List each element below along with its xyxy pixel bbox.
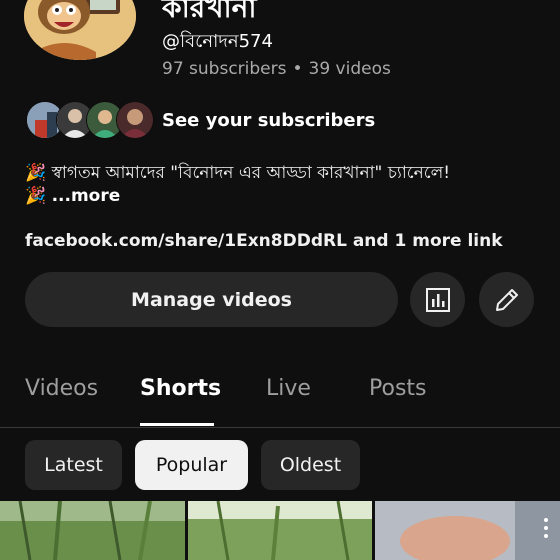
edit-channel-button[interactable] — [479, 272, 534, 327]
tab-videos[interactable]: Videos — [25, 376, 98, 401]
subscriber-count: 97 subscribers — [162, 59, 287, 79]
party-icon: 🎉 — [25, 186, 47, 206]
tab-posts[interactable]: Posts — [369, 376, 427, 401]
active-tab-indicator — [140, 423, 214, 426]
chip-popular[interactable]: Popular — [135, 440, 248, 490]
subscriber-avatars[interactable] — [26, 101, 154, 139]
short-thumbnail[interactable] — [188, 501, 372, 560]
analytics-icon — [425, 287, 450, 312]
description-more-line[interactable]: 🎉 ...more — [25, 186, 120, 206]
channel-avatar[interactable] — [24, 0, 136, 60]
channel-description: 🎉 স্বাগতম আমাদের "বিনোদন এর আড্ডা কারখান… — [25, 163, 451, 183]
chip-latest[interactable]: Latest — [25, 440, 122, 490]
more-link[interactable]: ...more — [52, 186, 121, 206]
tab-shorts[interactable]: Shorts — [140, 376, 221, 401]
short-thumbnail[interactable] — [0, 501, 185, 560]
channel-handle: @বিনোদন574 — [162, 31, 273, 52]
video-count: 39 videos — [308, 59, 391, 79]
manage-videos-button[interactable]: Manage videos — [25, 272, 398, 327]
channel-stats: 97 subscribers • 39 videos — [162, 59, 391, 79]
stats-separator: • — [292, 59, 303, 79]
chip-oldest[interactable]: Oldest — [261, 440, 360, 490]
short-thumbnail[interactable] — [375, 501, 560, 560]
pencil-icon — [495, 288, 518, 311]
tabs-divider — [0, 427, 560, 428]
subscriber-avatar — [116, 101, 154, 139]
analytics-button[interactable] — [410, 272, 465, 327]
see-subscribers-link[interactable]: See your subscribers — [162, 110, 375, 131]
channel-links[interactable]: facebook.com/share/1Exn8DDdRL and 1 more… — [25, 231, 503, 251]
tab-live[interactable]: Live — [266, 376, 311, 401]
more-options-icon[interactable] — [544, 517, 548, 539]
